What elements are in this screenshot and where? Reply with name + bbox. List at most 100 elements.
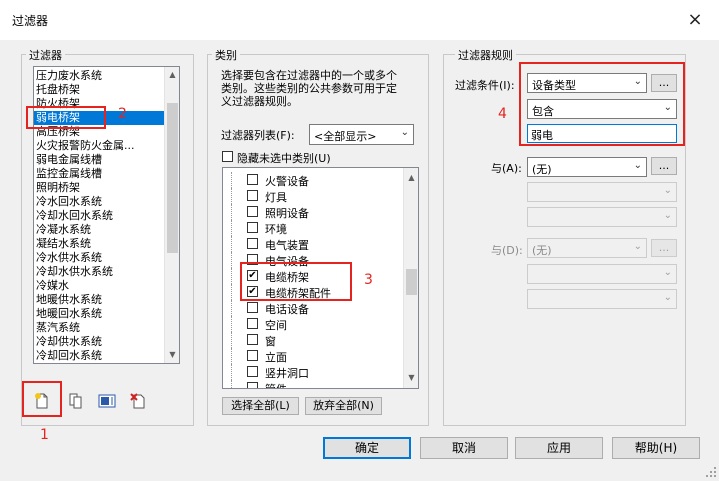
category-list-scrollbar[interactable]: ▲ ▼ bbox=[403, 168, 418, 388]
filter-list-label: 过滤器列表(F): bbox=[221, 129, 295, 142]
rename-filter-icon[interactable] bbox=[97, 391, 117, 411]
category-list-item[interactable]: 立面 bbox=[223, 348, 403, 364]
category-checkbox[interactable] bbox=[247, 302, 258, 313]
scroll-up-icon[interactable]: ▲ bbox=[404, 171, 418, 185]
and2-parameter-value: (无) bbox=[532, 244, 552, 257]
category-list-item[interactable]: 电话设备 bbox=[223, 300, 403, 316]
and1-operator-dropdown[interactable]: ⌄ bbox=[527, 182, 677, 202]
and2-operator-dropdown[interactable]: ⌄ bbox=[527, 264, 677, 284]
chevron-down-icon: ⌄ bbox=[663, 267, 672, 278]
category-label: 管件 bbox=[265, 381, 287, 388]
scroll-thumb[interactable] bbox=[406, 269, 417, 295]
annotation-box-1 bbox=[22, 381, 62, 417]
category-list-item[interactable]: 照明设备 bbox=[223, 204, 403, 220]
dialog-title: 过滤器 bbox=[12, 14, 49, 28]
category-list-item[interactable]: 管件 bbox=[223, 380, 403, 388]
condition-label: 过滤条件(I): bbox=[455, 79, 515, 92]
filter-list-item[interactable]: 冷却回水系统 bbox=[34, 349, 164, 363]
and1-value-dropdown[interactable]: ⌄ bbox=[527, 207, 677, 227]
filter-list-item[interactable]: 火灾报警防火金属... bbox=[34, 139, 164, 153]
tree-line bbox=[231, 204, 239, 220]
filter-list-item[interactable]: 冷却供水系统 bbox=[34, 335, 164, 349]
filter-list-item[interactable]: 照明桥架 bbox=[34, 181, 164, 195]
filter-list-item[interactable]: 凝结水系统 bbox=[34, 237, 164, 251]
filter-list-scrollbar[interactable]: ▲ ▼ bbox=[164, 67, 179, 363]
category-checkbox[interactable] bbox=[247, 238, 258, 249]
filter-list-item[interactable]: 地暖供水系统 bbox=[34, 293, 164, 307]
filter-list-item[interactable]: 冷却水回水系统 bbox=[34, 209, 164, 223]
filter-list-item[interactable]: 冷媒水 bbox=[34, 279, 164, 293]
ok-button[interactable]: 确定 bbox=[323, 437, 411, 459]
filter-list-item[interactable]: 弱电金属线槽 bbox=[34, 153, 164, 167]
scroll-down-icon[interactable]: ▼ bbox=[165, 348, 179, 362]
category-list-item[interactable]: 火警设备 bbox=[223, 172, 403, 188]
tree-line bbox=[231, 268, 239, 284]
scroll-down-icon[interactable]: ▼ bbox=[404, 371, 418, 385]
categories-group-label: 类别 bbox=[212, 47, 240, 63]
filter-list-item[interactable]: 地暖回水系统 bbox=[34, 307, 164, 321]
scroll-up-icon[interactable]: ▲ bbox=[165, 68, 179, 82]
scroll-thumb[interactable] bbox=[167, 103, 178, 253]
filter-list-item[interactable]: 冷水供水系统 bbox=[34, 251, 164, 265]
tree-line bbox=[231, 284, 239, 300]
chevron-down-icon: ⌄ bbox=[663, 292, 672, 303]
filter-list-item[interactable]: 监控金属线槽 bbox=[34, 167, 164, 181]
chevron-down-icon: ⌄ bbox=[663, 185, 672, 196]
filter-list-item[interactable]: 冷却水供水系统 bbox=[34, 265, 164, 279]
category-label: 立面 bbox=[265, 351, 287, 364]
and1-ellipsis-button[interactable]: ... bbox=[651, 157, 677, 175]
category-list-item[interactable]: 空间 bbox=[223, 316, 403, 332]
category-checkbox[interactable] bbox=[247, 350, 258, 361]
and2-ellipsis-button[interactable]: ... bbox=[651, 239, 677, 257]
hide-unchecked-label: 隐藏未选中类别(U) bbox=[237, 152, 331, 165]
category-list-item[interactable]: 灯具 bbox=[223, 188, 403, 204]
resize-grip-icon[interactable] bbox=[703, 464, 717, 478]
and2-value-dropdown[interactable]: ⌄ bbox=[527, 289, 677, 309]
title-bar bbox=[0, 0, 719, 40]
tree-line bbox=[231, 364, 239, 380]
annotation-number-1: 1 bbox=[40, 427, 49, 443]
filter-list-dropdown[interactable]: <全部显示> ⌄ bbox=[309, 124, 414, 145]
filter-list-item[interactable]: 冷凝水系统 bbox=[34, 223, 164, 237]
apply-button[interactable]: 应用 bbox=[515, 437, 603, 459]
chevron-down-icon: ⌄ bbox=[663, 210, 672, 221]
annotation-box-3 bbox=[240, 262, 352, 301]
category-label: 照明设备 bbox=[265, 207, 309, 220]
category-checkbox[interactable] bbox=[247, 382, 258, 388]
delete-filter-icon[interactable] bbox=[128, 391, 148, 411]
clear-all-button[interactable]: 放弃全部(N) bbox=[305, 397, 382, 415]
category-label: 火警设备 bbox=[265, 175, 309, 188]
category-checkbox[interactable] bbox=[247, 318, 258, 329]
category-label: 灯具 bbox=[265, 191, 287, 204]
category-checkbox[interactable] bbox=[247, 206, 258, 217]
chevron-down-icon: ⌄ bbox=[633, 160, 642, 171]
category-checkbox[interactable] bbox=[247, 190, 258, 201]
category-list-item[interactable]: 窗 bbox=[223, 332, 403, 348]
help-button[interactable]: 帮助(H) bbox=[612, 437, 700, 459]
and2-label: 与(D): bbox=[491, 244, 523, 257]
category-label: 竖井洞口 bbox=[265, 367, 309, 380]
and1-parameter-dropdown[interactable]: (无) ⌄ bbox=[527, 157, 647, 177]
close-icon[interactable]: × bbox=[683, 8, 707, 32]
filter-list-item[interactable]: 蒸汽系统 bbox=[34, 321, 164, 335]
category-list-item[interactable]: 竖井洞口 bbox=[223, 364, 403, 380]
chevron-down-icon: ⌄ bbox=[633, 241, 642, 252]
select-all-button[interactable]: 选择全部(L) bbox=[222, 397, 299, 415]
hide-unchecked-checkbox[interactable] bbox=[222, 151, 233, 162]
cancel-button[interactable]: 取消 bbox=[420, 437, 508, 459]
category-checkbox[interactable] bbox=[247, 174, 258, 185]
filter-list-item[interactable]: 压力废水系统 bbox=[34, 69, 164, 83]
filter-list-item[interactable]: 冷水回水系统 bbox=[34, 195, 164, 209]
category-label: 窗 bbox=[265, 335, 276, 348]
category-label: 空间 bbox=[265, 319, 287, 332]
category-checkbox[interactable] bbox=[247, 334, 258, 345]
category-list-item[interactable]: 电气装置 bbox=[223, 236, 403, 252]
tree-line bbox=[231, 348, 239, 364]
category-list-item[interactable]: 环境 bbox=[223, 220, 403, 236]
and2-parameter-dropdown[interactable]: (无) ⌄ bbox=[527, 238, 647, 258]
filter-list-item[interactable]: 托盘桥架 bbox=[34, 83, 164, 97]
category-checkbox[interactable] bbox=[247, 366, 258, 377]
category-label: 环境 bbox=[265, 223, 287, 236]
duplicate-filter-icon[interactable] bbox=[66, 391, 86, 411]
category-checkbox[interactable] bbox=[247, 222, 258, 233]
